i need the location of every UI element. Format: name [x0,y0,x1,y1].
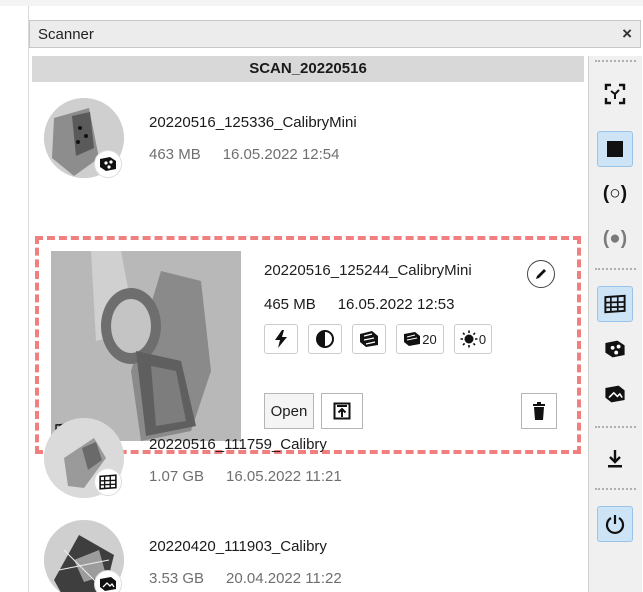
scan-meta: 465 MB 16.05.2022 12:53 [264,296,476,313]
power-icon[interactable] [597,506,633,542]
brightness-value: 0 [478,331,487,347]
scan-meta: 463 MB 16.05.2022 12:54 [149,146,361,163]
textured-model-icon[interactable] [597,331,633,367]
flash-icon[interactable] [264,324,298,354]
right-toolbar: (○) (●) [588,56,642,592]
target-filled-icon[interactable]: (●) [597,221,633,257]
stop-icon[interactable] [597,131,633,167]
session-header[interactable]: SCAN_20220516 [32,56,584,82]
texture-frames-control[interactable]: 20 [396,324,444,354]
contrast-icon[interactable] [308,324,342,354]
frames-icon [94,468,122,496]
toolbar-separator [595,60,636,62]
texture-map-icon[interactable] [352,324,386,354]
toolbar-separator [595,488,636,490]
scan-date: 16.05.2022 12:54 [222,146,340,163]
scan-name: 20220516_111759_Calibry [149,436,327,453]
scan-meta: 3.53 GB 20.04.2022 11:22 [149,570,364,587]
scan-size: 465 MB [264,296,316,313]
frames-icon[interactable] [597,286,633,322]
panel-titlebar: Scanner × [29,20,641,48]
download-icon[interactable] [597,441,633,477]
list-item[interactable]: 20220516_111759_Calibry 1.07 GB 16.05.202… [32,406,584,506]
list-item[interactable]: 20220420_111903_Calibry 3.53 GB 20.04.202… [32,508,584,592]
scan-name: 20220516_125336_CalibryMini [149,114,357,131]
scan-date: 20.04.2022 11:22 [226,570,342,587]
list-item[interactable]: 20220516_125336_CalibryMini 463 MB 16.05.… [32,88,584,188]
scan-date: 16.05.2022 11:21 [226,468,342,485]
target-outline-icon[interactable]: (○) [597,176,633,212]
textured-model-icon [94,150,122,178]
scan-size: 1.07 GB [149,468,205,485]
panel-title: Scanner [38,26,94,43]
photo-texture-icon[interactable] [597,376,633,412]
scan-date: 16.05.2022 12:53 [337,296,455,313]
scan-list: SCAN_20220516 20220516_125336_CalibryMin… [32,56,584,592]
brightness-control[interactable]: 0 [454,324,492,354]
brightness-icon [460,330,478,348]
photo-texture-icon [94,570,122,592]
texture-frames-icon [404,332,421,346]
scan-properties: 20 0 [264,324,492,354]
scan-size: 3.53 GB [149,570,205,587]
close-icon[interactable]: × [622,24,632,44]
edit-icon[interactable] [527,260,555,288]
scan-name: 20220420_111903_Calibry [149,538,327,555]
scan-name: 20220516_125244_CalibryMini [264,262,472,279]
toolbar-separator [595,268,636,270]
texture-frames-value: 20 [422,331,437,347]
fit-view-icon[interactable] [597,76,633,112]
scan-size: 463 MB [149,146,201,163]
toolbar-separator [595,426,636,428]
scan-meta: 1.07 GB 16.05.2022 11:21 [149,468,364,485]
scanner-panel: Scanner × SCAN_20220516 20220516_125336_… [28,6,643,592]
